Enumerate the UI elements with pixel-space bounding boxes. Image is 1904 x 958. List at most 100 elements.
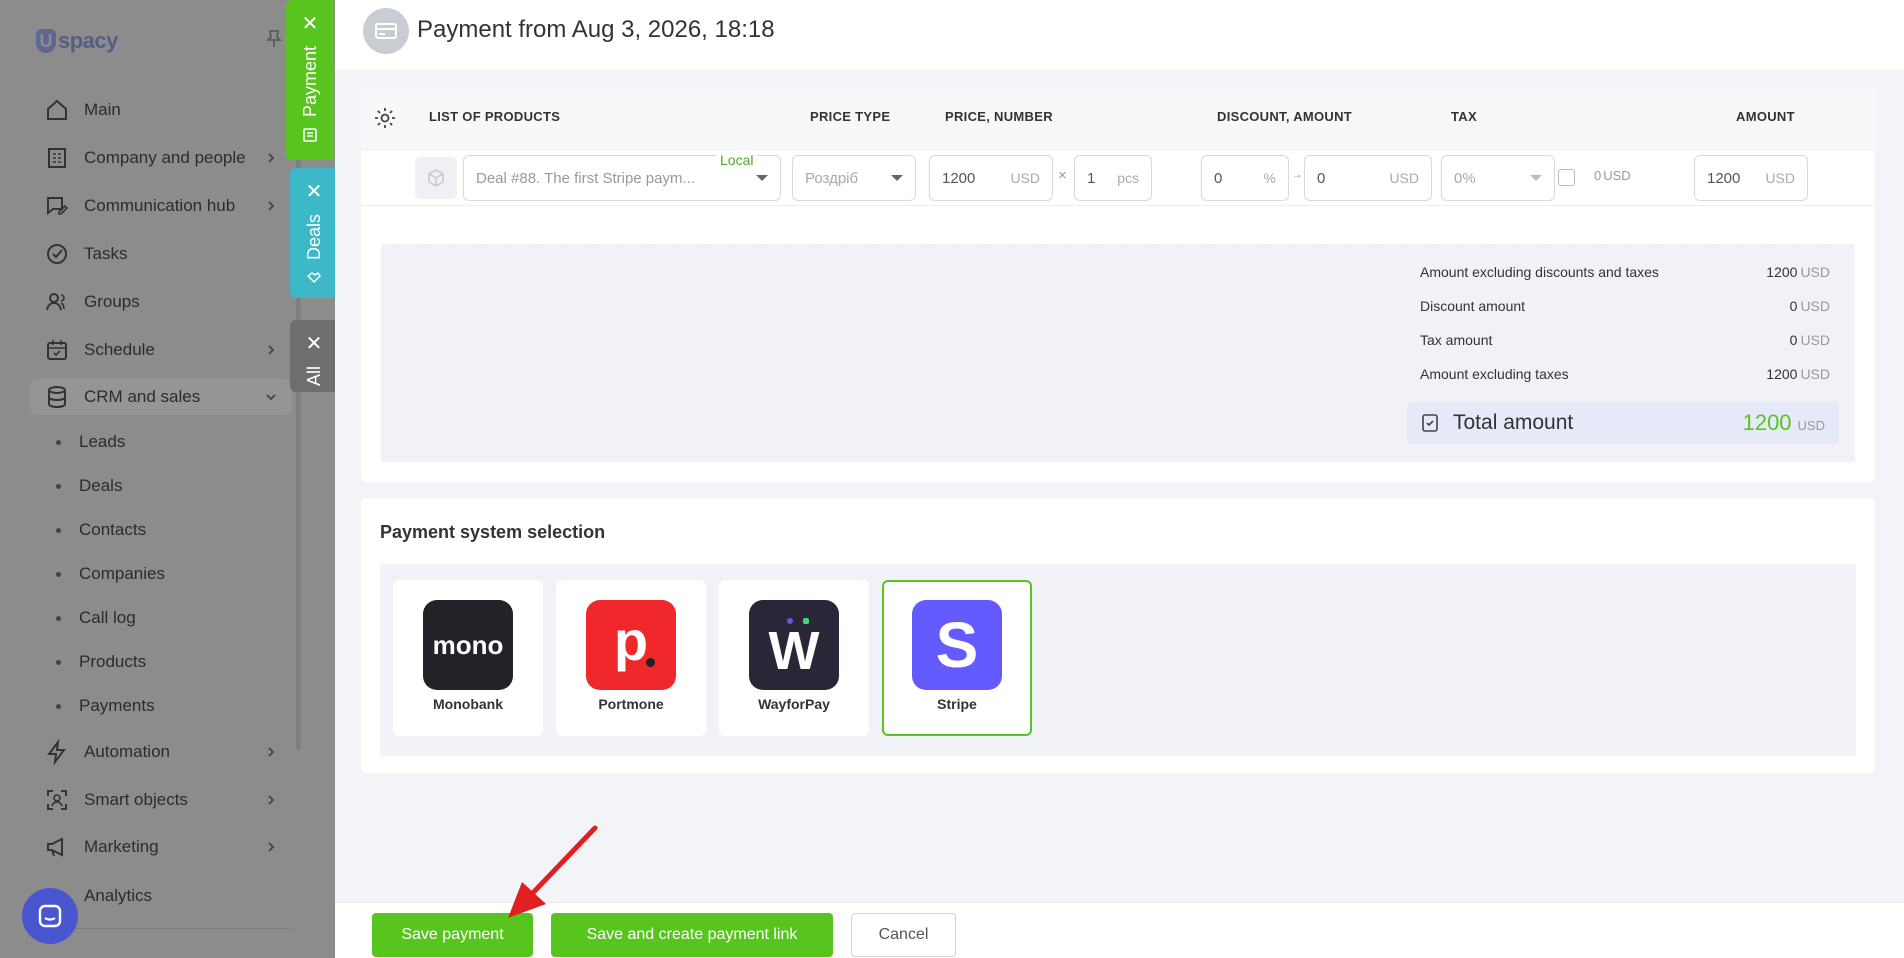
sidebar-item-main[interactable]: Main xyxy=(44,95,121,125)
total-value: 1200 USD xyxy=(1742,410,1825,435)
chevron-right-icon[interactable] xyxy=(264,199,278,213)
price-type-select[interactable]: Роздріб xyxy=(792,155,916,201)
product-image-icon[interactable] xyxy=(415,157,457,199)
close-icon[interactable]: ✕ xyxy=(306,182,323,202)
chevron-down-icon xyxy=(891,175,903,181)
tab-all[interactable]: ✕ All xyxy=(290,320,338,392)
users-icon xyxy=(46,293,65,311)
bullet xyxy=(56,659,61,665)
discount-currency: USD xyxy=(1389,170,1419,186)
sidebar-subitem-deals[interactable]: Deals xyxy=(56,473,122,499)
chevron-right-icon[interactable] xyxy=(264,840,278,854)
payment-system-portmone[interactable]: p Portmone xyxy=(556,580,706,736)
payment-system-wayforpay[interactable]: W WayforPay xyxy=(719,580,869,736)
app-sidebar: U spacy Main Company and people Communic… xyxy=(0,0,335,958)
discount-percent-input[interactable]: 0 % xyxy=(1201,155,1289,201)
bullet xyxy=(56,439,61,445)
payment-system-monobank[interactable]: mono Monobank xyxy=(393,580,543,736)
save-payment-button[interactable]: Save payment xyxy=(372,913,533,957)
logo-mark-icon: U xyxy=(36,29,56,53)
discount-percent-value: 0 xyxy=(1214,169,1223,187)
close-icon[interactable]: ✕ xyxy=(302,14,319,34)
tab-deals[interactable]: ✕ Deals xyxy=(290,168,338,298)
page-title: Payment from Aug 3, 2026, 18:18 xyxy=(417,16,775,43)
sidebar-item-communication[interactable]: Communication hub xyxy=(44,191,235,221)
bullet xyxy=(56,615,61,621)
sidebar-subitem-products[interactable]: Products xyxy=(56,649,146,675)
price-type-value: Роздріб xyxy=(805,169,859,187)
sidebar-item-company[interactable]: Company and people xyxy=(44,143,246,173)
wayforpay-logo-icon: W xyxy=(749,600,839,690)
sidebar-subitem-companies[interactable]: Companies xyxy=(56,561,165,587)
tab-label: Payment xyxy=(299,46,320,118)
summary-row-tax: Tax amount 0 USD xyxy=(1420,332,1830,354)
price-value: 1200 xyxy=(942,169,976,187)
chevron-right-icon[interactable] xyxy=(264,745,278,759)
chevron-right-icon[interactable] xyxy=(264,793,278,807)
summary-label: Tax amount xyxy=(1420,332,1493,348)
sidebar-subitem-label: Leads xyxy=(79,432,126,451)
sidebar-item-crm[interactable]: CRM and sales xyxy=(44,382,200,412)
sidebar-subitem-payments[interactable]: Payments xyxy=(56,693,155,719)
sidebar-item-marketing[interactable]: Marketing xyxy=(44,832,159,862)
amount-currency: USD xyxy=(1765,170,1795,186)
local-badge: Local xyxy=(716,152,758,168)
sidebar-item-smart-objects[interactable]: Smart objects xyxy=(44,785,188,815)
tab-label: All xyxy=(303,366,324,387)
payment-system-stripe[interactable]: S Stripe xyxy=(882,580,1032,736)
sidebar-subitem-label: Contacts xyxy=(79,520,147,539)
summary-row-net: Amount excluding taxes 1200 USD xyxy=(1420,366,1830,388)
sidebar-item-schedule[interactable]: Schedule xyxy=(44,335,155,365)
pin-icon[interactable] xyxy=(266,30,282,48)
database-icon xyxy=(48,386,66,409)
products-table-header: LIST OF PRODUCTS PRICE TYPE PRICE, NUMBE… xyxy=(361,88,1875,150)
quantity-input[interactable]: 1 pcs xyxy=(1074,155,1152,201)
tax-select[interactable]: 0% xyxy=(1441,155,1555,201)
app-logo[interactable]: U spacy xyxy=(36,28,118,54)
column-header-price-number: PRICE, NUMBER xyxy=(945,109,1053,124)
sidebar-subitem-call-log[interactable]: Call log xyxy=(56,605,136,631)
multiply-sign: × xyxy=(1058,167,1067,184)
sidebar-item-label: Tasks xyxy=(84,244,128,263)
summary-label: Amount excluding taxes xyxy=(1420,366,1569,382)
sidebar-subitem-leads[interactable]: Leads xyxy=(56,429,125,455)
total-amount-box: Total amount 1200 USD xyxy=(1407,402,1839,444)
column-header-amount: AMOUNT xyxy=(1736,109,1795,124)
summary-row-discount: Discount amount 0 USD xyxy=(1420,298,1830,320)
chevron-down-icon xyxy=(756,175,768,181)
gear-icon[interactable] xyxy=(373,106,397,130)
building-icon xyxy=(48,148,66,168)
sidebar-item-automation[interactable]: Automation xyxy=(44,737,170,767)
sidebar-item-groups[interactable]: Groups xyxy=(44,287,140,317)
logo-text: spacy xyxy=(58,28,118,53)
column-header-discount: DISCOUNT, AMOUNT xyxy=(1217,109,1353,124)
scan-icon xyxy=(47,790,67,810)
bullet xyxy=(56,571,61,577)
save-and-create-link-button[interactable]: Save and create payment link xyxy=(551,913,833,957)
sidebar-item-tasks[interactable]: Tasks xyxy=(44,239,127,269)
column-header-price-type: PRICE TYPE xyxy=(810,109,891,124)
support-chat-button[interactable] xyxy=(22,888,78,944)
total-label: Total amount xyxy=(1453,411,1574,434)
cancel-button[interactable]: Cancel xyxy=(851,913,956,957)
close-icon[interactable]: ✕ xyxy=(306,334,323,354)
amount-input[interactable]: 1200 USD xyxy=(1694,155,1808,201)
chevron-right-icon[interactable] xyxy=(264,151,278,165)
summary-value: 0 USD xyxy=(1789,332,1830,348)
sidebar-item-label: Main xyxy=(84,100,121,119)
tab-payment[interactable]: ✕ Payment xyxy=(286,0,334,160)
payment-system-name: Stripe xyxy=(937,696,977,712)
price-input[interactable]: 1200 USD xyxy=(929,155,1053,201)
percent-sign: % xyxy=(1263,170,1276,186)
payment-system-name: Monobank xyxy=(433,696,503,712)
summary-value: 1200 USD xyxy=(1766,366,1830,382)
chevron-right-icon[interactable] xyxy=(264,343,278,357)
sidebar-subitem-contacts[interactable]: Contacts xyxy=(56,517,146,543)
sidebar-subitem-label: Payments xyxy=(79,696,155,715)
sidebar-item-label: Smart objects xyxy=(84,790,188,809)
sidebar-item-label: Communication hub xyxy=(84,196,236,215)
discount-amount-input[interactable]: 0 USD xyxy=(1304,155,1432,201)
chevron-down-icon[interactable] xyxy=(264,390,278,404)
quantity-value: 1 xyxy=(1087,169,1096,187)
tax-included-checkbox[interactable] xyxy=(1558,169,1575,186)
